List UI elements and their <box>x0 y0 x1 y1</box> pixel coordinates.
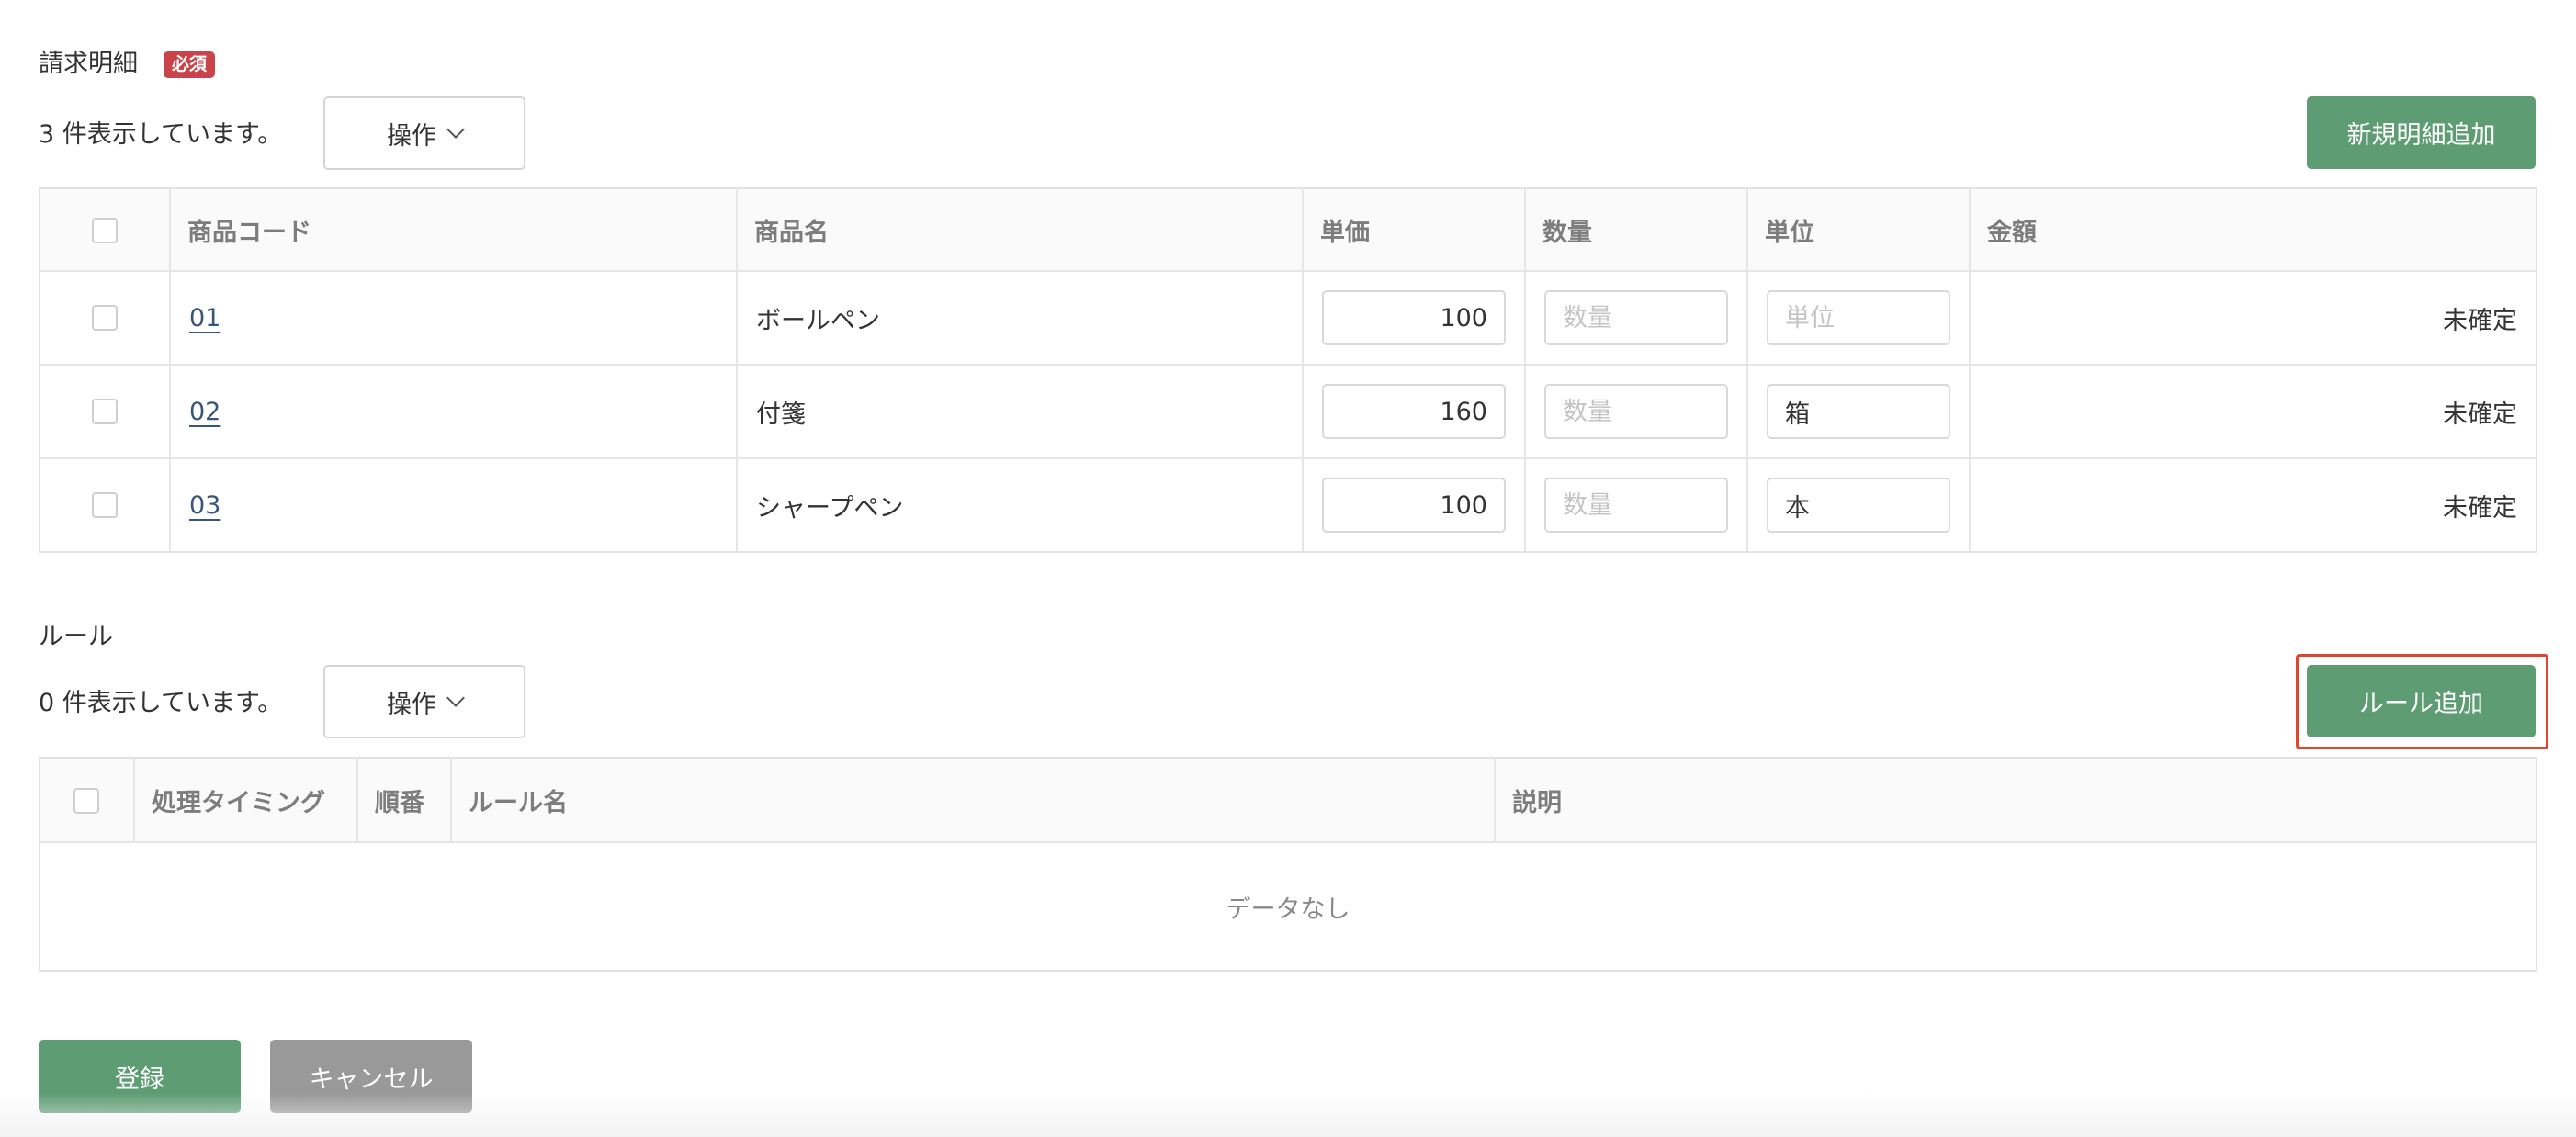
amount-cell: 未確定 <box>2443 400 2517 429</box>
product-code-link[interactable]: 03 <box>189 491 220 520</box>
operation-label: 操作 <box>387 121 436 151</box>
table-row: 03 シャープペン 未確定 <box>40 459 2536 551</box>
product-name-cell: シャープペン <box>756 493 904 523</box>
invoice-table-header: 商品コード 商品名 単価 数量 単位 金額 <box>40 189 2536 272</box>
unit-input[interactable] <box>1767 384 1950 439</box>
quantity-input[interactable] <box>1544 290 1728 345</box>
row-checkbox[interactable] <box>92 305 118 331</box>
column-header-amount: 金額 <box>1987 218 2037 247</box>
product-code-cell: 01 <box>189 272 220 364</box>
invoice-count-text: 3 件表示しています。 <box>39 120 283 149</box>
column-header-unit: 単位 <box>1765 218 1814 247</box>
bottom-scroll-shadow <box>0 1093 2576 1137</box>
product-code-cell: 02 <box>189 366 220 457</box>
select-all-checkbox[interactable] <box>92 218 118 243</box>
operation-label: 操作 <box>387 690 436 719</box>
unit-price-input[interactable] <box>1322 290 1506 345</box>
column-divider <box>450 759 452 843</box>
quantity-input[interactable] <box>1544 384 1728 439</box>
amount-cell: 未確定 <box>2443 493 2517 523</box>
column-divider <box>133 759 135 843</box>
row-checkbox[interactable] <box>92 492 118 518</box>
column-header-code: 商品コード <box>187 218 311 247</box>
column-divider <box>1494 759 1496 843</box>
product-name-cell: 付箋 <box>756 400 806 429</box>
column-header-timing: 処理タイミング <box>152 788 325 817</box>
unit-price-input[interactable] <box>1322 384 1506 439</box>
chevron-down-icon <box>446 120 465 139</box>
rules-count-text: 0 件表示しています。 <box>39 689 283 717</box>
table-row: 01 ボールペン 未確定 <box>40 272 2536 364</box>
product-code-link[interactable]: 01 <box>189 304 220 332</box>
amount-cell: 未確定 <box>2443 306 2517 335</box>
chevron-down-icon <box>446 689 465 707</box>
unit-input[interactable] <box>1767 290 1950 345</box>
column-divider <box>356 759 358 843</box>
unit-input[interactable] <box>1767 478 1950 533</box>
empty-state-text: データなし <box>1226 895 1350 924</box>
add-rule-button[interactable]: ルール追加 <box>2307 665 2536 737</box>
invoice-operation-dropdown[interactable]: 操作 <box>323 96 525 170</box>
rules-operation-dropdown[interactable]: 操作 <box>323 665 525 738</box>
invoice-table: 商品コード 商品名 単価 数量 単位 金額 01 ボールペン 未確定 <box>39 187 2537 553</box>
row-checkbox[interactable] <box>92 399 118 424</box>
rules-table: 処理タイミング 順番 ルール名 説明 データなし <box>39 757 2537 972</box>
required-badge: 必須 <box>164 51 216 78</box>
product-code-link[interactable]: 02 <box>189 398 220 426</box>
invoice-section-title: 請求明細 <box>39 50 138 78</box>
product-code-cell: 03 <box>189 459 220 551</box>
column-header-quantity: 数量 <box>1542 218 1592 247</box>
product-name-cell: ボールペン <box>756 306 880 335</box>
unit-price-input[interactable] <box>1322 478 1506 533</box>
add-invoice-line-button[interactable]: 新規明細追加 <box>2307 96 2536 169</box>
rules-section-title: ルール <box>39 623 113 651</box>
column-header-rule-name: ルール名 <box>469 788 568 817</box>
column-header-name: 商品名 <box>754 218 829 247</box>
table-row: 02 付箋 未確定 <box>40 366 2536 457</box>
column-header-order: 順番 <box>375 788 424 817</box>
column-header-description: 説明 <box>1512 788 1562 817</box>
column-header-unit-price: 単価 <box>1320 218 1370 247</box>
rules-table-header: 処理タイミング 順番 ルール名 説明 <box>40 759 2536 843</box>
quantity-input[interactable] <box>1544 478 1728 533</box>
select-all-checkbox[interactable] <box>73 788 99 814</box>
